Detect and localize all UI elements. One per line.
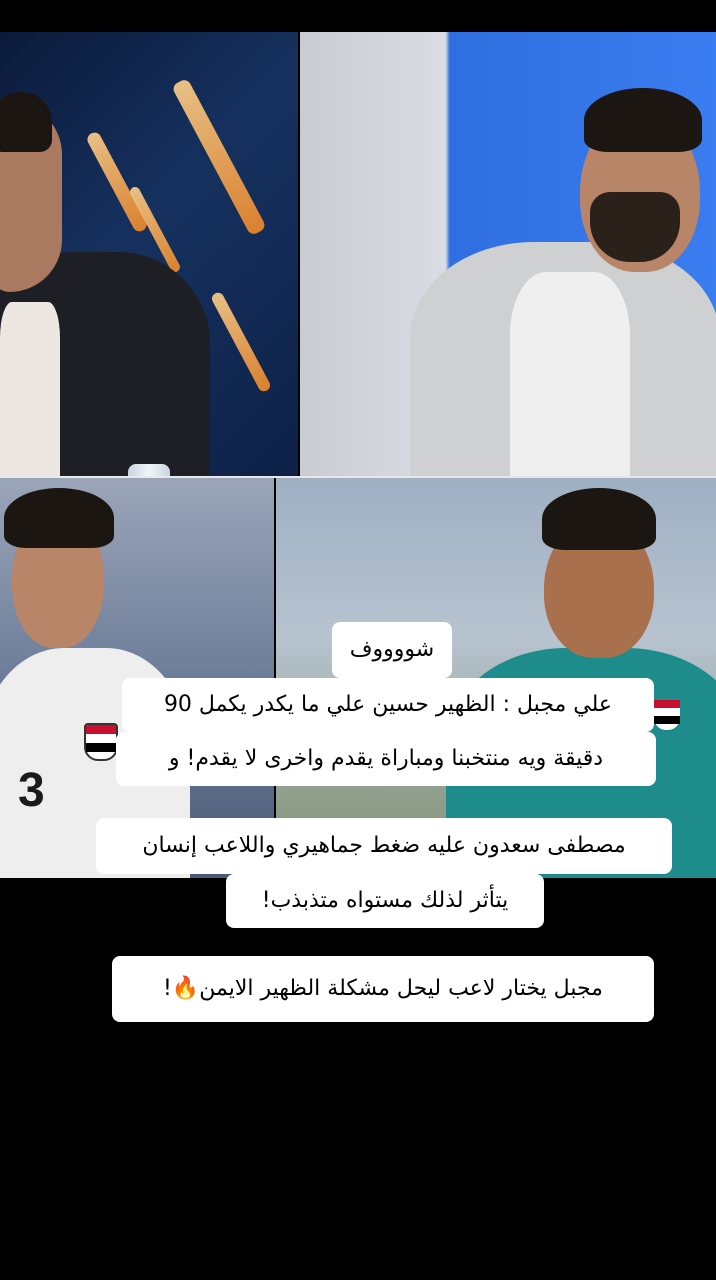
caption-line-3: مصطفى سعدون عليه ضغط جماهيري واللاعب إنس… [96, 818, 672, 874]
caption-line-5: مجبل يختار لاعب ليحل مشكلة الظهير الايمن… [112, 956, 654, 1022]
caption-line-4: يتأثر لذلك مستواه متذبذب! [226, 874, 544, 928]
studio-panel-right [300, 32, 716, 476]
water-bottle [128, 464, 170, 476]
caption-title: شووووف [332, 622, 452, 678]
iraq-flag-badge [654, 700, 680, 730]
caption-line-1: علي مجبل : الظهير حسين علي ما يكدر يكمل … [122, 678, 654, 732]
light-streak [84, 130, 150, 234]
light-streak [171, 77, 267, 237]
light-streak [209, 290, 273, 394]
jersey-number: 3 [18, 764, 45, 817]
studio-panel-left [0, 32, 298, 476]
iraq-flag-badge [84, 723, 118, 761]
caption-line-2: دقيقة ويه منتخبنا ومباراة يقدم واخرى لا … [116, 732, 656, 786]
